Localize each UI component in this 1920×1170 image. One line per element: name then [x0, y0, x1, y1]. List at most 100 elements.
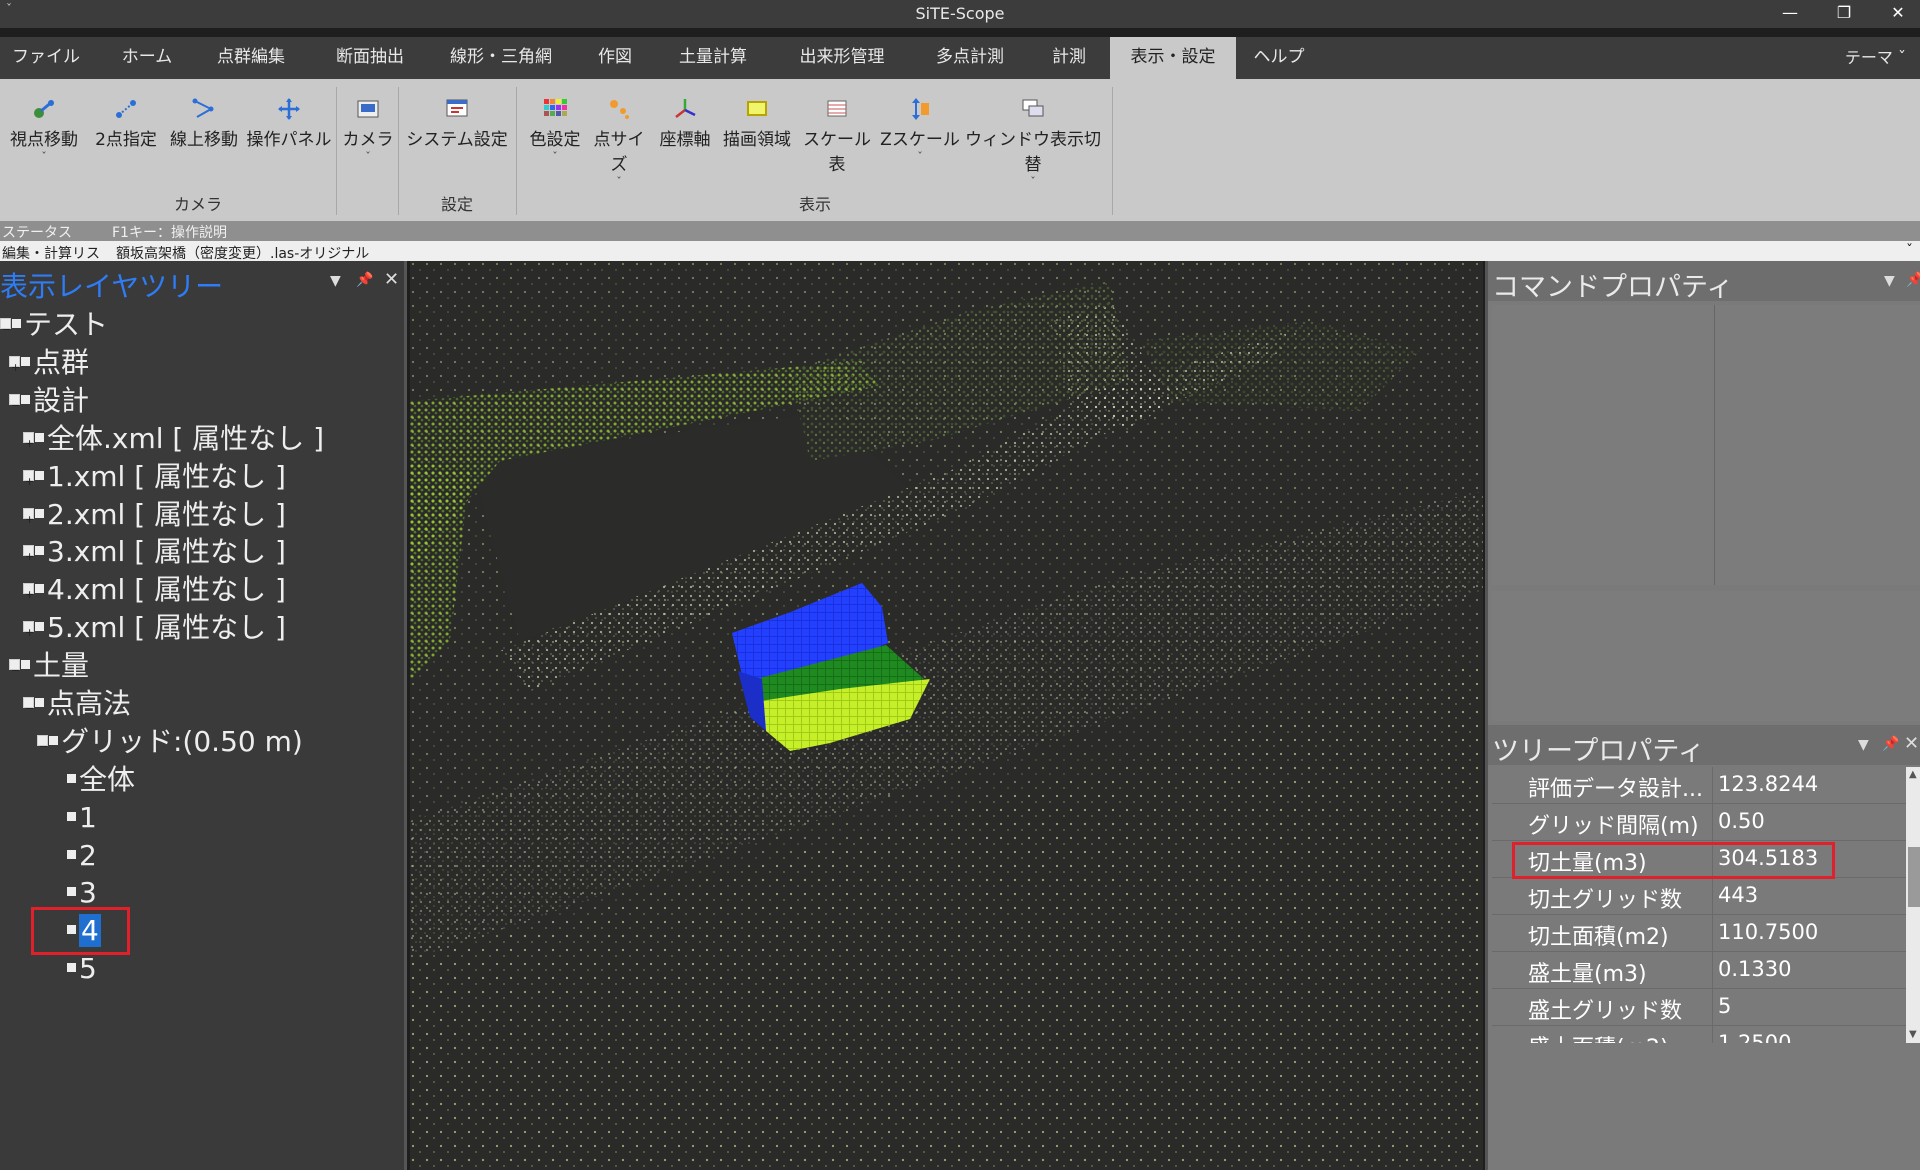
collapse-icon[interactable]	[23, 691, 34, 727]
property-row[interactable]: グリッド間隔(m) 0.50	[1492, 804, 1906, 841]
edit-calc-list-label[interactable]: 編集・計算リス	[2, 243, 100, 263]
expand-icon[interactable]	[23, 464, 34, 500]
checkbox[interactable]	[35, 621, 44, 631]
tree-node-grid-1[interactable]: 1	[67, 800, 97, 836]
control-panel-button[interactable]: 操作パネル	[246, 97, 332, 150]
collapse-icon[interactable]	[9, 653, 20, 689]
dropdown-icon[interactable]: ▼	[1884, 273, 1895, 289]
axis-button[interactable]: 座標軸	[654, 97, 716, 150]
system-settings-button[interactable]: システム設定	[404, 97, 510, 150]
close-icon[interactable]: ✕	[384, 269, 399, 290]
tree-node-design-2[interactable]: 2.xml [ 属性なし ]	[23, 497, 286, 538]
pin-icon[interactable]: 📌	[1882, 736, 1899, 752]
property-row[interactable]: 盛土量(m3) 0.1330	[1492, 952, 1906, 989]
minimize-button[interactable]: —	[1768, 0, 1812, 28]
close-icon[interactable]: ✕	[1904, 733, 1919, 754]
tab-display-settings[interactable]: 表示・設定	[1110, 37, 1236, 79]
tab-file[interactable]: ファイル	[0, 37, 92, 79]
checkbox[interactable]	[49, 735, 58, 745]
draw-area-button[interactable]: 描画領域	[718, 97, 796, 150]
chevron-down-icon: ˇ	[552, 150, 558, 163]
tab-asbuilt[interactable]: 出来形管理	[787, 37, 897, 79]
tree-node-point-height[interactable]: 点高法	[23, 686, 131, 727]
chevron-down-icon: ˇ	[917, 150, 923, 163]
chevron-down-icon[interactable]: ˇ	[1906, 243, 1913, 259]
collapse-icon[interactable]	[0, 312, 11, 348]
viewpoint-move-button[interactable]: 視点移動 ˇ	[6, 97, 82, 162]
checkbox[interactable]	[35, 545, 44, 555]
expand-icon[interactable]	[9, 350, 20, 386]
property-row[interactable]: 盛土グリッド数 5	[1492, 989, 1906, 1026]
tree-node-earthwork[interactable]: 土量	[9, 648, 89, 689]
checkbox[interactable]	[67, 811, 76, 821]
tree-node-design-4[interactable]: 4.xml [ 属性なし ]	[23, 572, 286, 613]
close-button[interactable]: ✕	[1876, 0, 1920, 28]
dropdown-icon[interactable]: ▼	[330, 273, 341, 289]
point-size-button[interactable]: 点サイズ ˇ	[586, 97, 652, 187]
tab-alignment-tin[interactable]: 線形・三角網	[442, 37, 560, 79]
tree-node-grid-all[interactable]: 全体	[67, 762, 135, 798]
tree-node-grid-5[interactable]: 5	[67, 951, 97, 987]
checkbox[interactable]	[67, 773, 76, 783]
checkbox[interactable]	[21, 659, 30, 669]
tree-node-grid[interactable]: グリッド:(0.50 m)	[37, 724, 303, 765]
scale-table-button[interactable]: スケール表	[796, 97, 878, 175]
checkbox[interactable]	[35, 470, 44, 480]
property-row[interactable]: 評価データ設計... 123.8244	[1492, 767, 1906, 804]
checkbox[interactable]	[67, 962, 76, 972]
checkbox[interactable]	[35, 432, 44, 442]
expand-icon[interactable]	[23, 502, 34, 538]
tree-node-design-1[interactable]: 1.xml [ 属性なし ]	[23, 459, 286, 500]
collapse-icon[interactable]	[37, 729, 48, 765]
scrollbar-thumb[interactable]	[1908, 847, 1920, 907]
checkbox[interactable]	[35, 583, 44, 593]
tree-node-pointcloud[interactable]: 点群	[9, 345, 89, 386]
two-point-button[interactable]: 2点指定	[90, 97, 162, 150]
tab-pointcloud-edit[interactable]: 点群編集	[203, 37, 299, 79]
expand-icon[interactable]	[23, 577, 34, 613]
checkbox[interactable]	[67, 886, 76, 896]
property-row[interactable]: 盛土面積(m2)1.2500	[1492, 1026, 1906, 1043]
tree-node-grid-3[interactable]: 3	[67, 875, 97, 911]
collapse-icon[interactable]	[9, 388, 20, 424]
property-row[interactable]: 切土グリッド数 443	[1492, 878, 1906, 915]
property-row[interactable]: 切土面積(m2) 110.7500	[1492, 915, 1906, 952]
tree-node-grid-2[interactable]: 2	[67, 838, 97, 874]
expand-icon[interactable]	[23, 426, 34, 462]
pin-icon[interactable]: 📌	[1906, 272, 1920, 288]
restore-button[interactable]: ❐	[1822, 0, 1866, 28]
tab-section-extract[interactable]: 断面抽出	[322, 37, 418, 79]
checkbox[interactable]	[67, 849, 76, 859]
tree-node-design-all[interactable]: 全体.xml [ 属性なし ]	[23, 421, 324, 462]
tab-multipoint[interactable]: 多点計測	[918, 37, 1022, 79]
dropdown-icon[interactable]: ▼	[1858, 737, 1869, 753]
tree-node-design-3[interactable]: 3.xml [ 属性なし ]	[23, 534, 286, 575]
checkbox[interactable]	[21, 356, 30, 366]
scroll-down-icon[interactable]: ▼	[1909, 1029, 1917, 1040]
checkbox[interactable]	[35, 697, 44, 707]
expand-icon[interactable]	[23, 615, 34, 651]
checkbox[interactable]	[35, 508, 44, 518]
tab-home[interactable]: ホーム	[110, 37, 184, 79]
tab-measure[interactable]: 計測	[1040, 37, 1098, 79]
theme-dropdown[interactable]: テーマ ˇ	[1845, 37, 1906, 79]
tab-drawing[interactable]: 作図	[582, 37, 648, 79]
expand-icon[interactable]	[23, 539, 34, 575]
properties-scrollbar[interactable]: ▲ ▼	[1906, 767, 1920, 1043]
tree-node-test[interactable]: テスト	[0, 307, 108, 348]
color-grid-icon	[544, 99, 567, 116]
z-scale-button[interactable]: Zスケール ˇ	[880, 97, 960, 162]
point-cloud-viewport[interactable]	[410, 261, 1483, 1170]
window-toggle-button[interactable]: ウィンドウ表示切替 ˇ	[962, 97, 1104, 187]
tab-help[interactable]: ヘルプ	[1250, 37, 1308, 79]
camera-button[interactable]: カメラ ˇ	[342, 97, 394, 162]
line-move-button[interactable]: 線上移動	[166, 97, 242, 150]
pin-icon[interactable]: 📌	[356, 272, 373, 288]
checkbox[interactable]	[12, 318, 21, 328]
tree-node-design-5[interactable]: 5.xml [ 属性なし ]	[23, 610, 286, 651]
checkbox[interactable]	[21, 394, 30, 404]
color-settings-button[interactable]: 色設定 ˇ	[524, 97, 586, 162]
tree-node-design[interactable]: 設計	[9, 383, 89, 424]
scroll-up-icon[interactable]: ▲	[1909, 769, 1917, 780]
tab-earthwork[interactable]: 土量計算	[665, 37, 761, 79]
